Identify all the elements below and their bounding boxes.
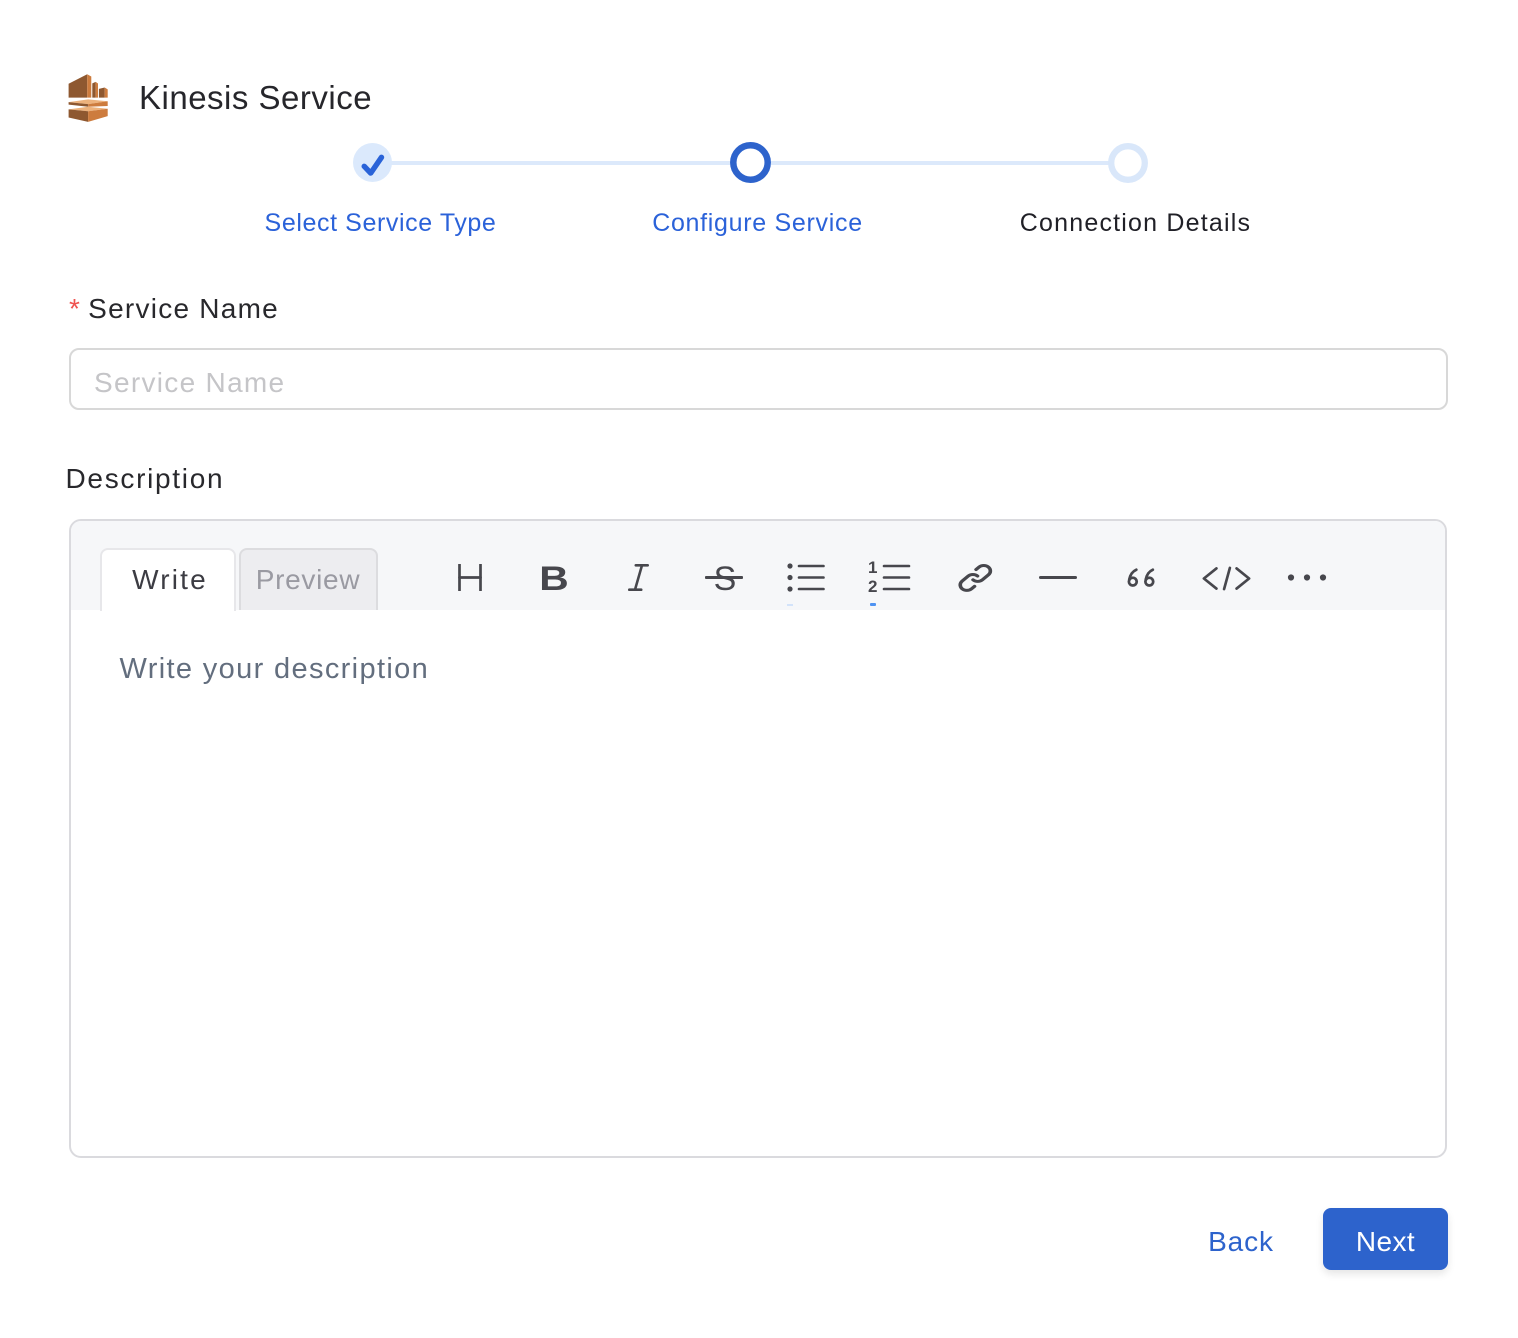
svg-text:1: 1 xyxy=(868,558,877,577)
svg-text:2: 2 xyxy=(868,577,877,596)
